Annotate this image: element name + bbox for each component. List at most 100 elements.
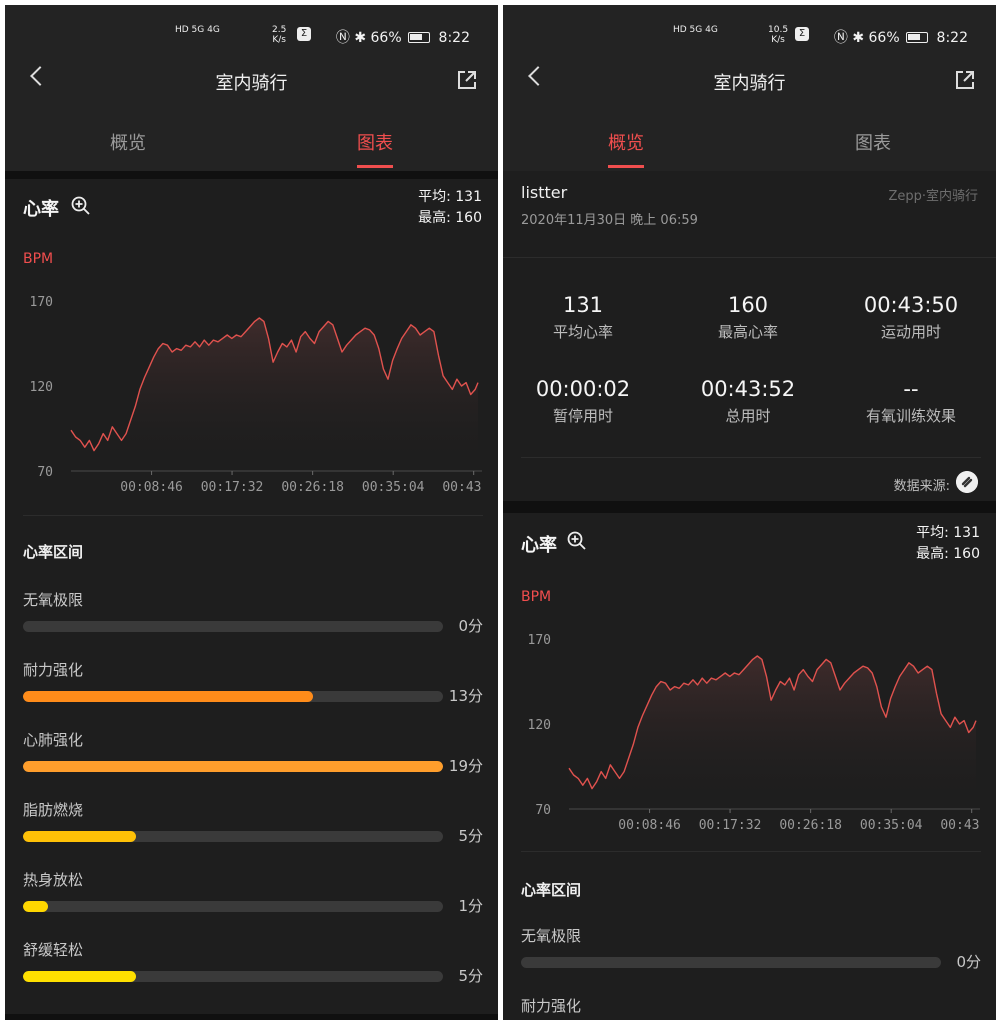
share-icon[interactable] (954, 69, 976, 91)
y-tick-label: 120 (30, 380, 53, 395)
metric-max-hr: 160 最高心率 (668, 293, 828, 342)
workout-date: 2020年11月30日 晚上 06:59 (521, 213, 698, 228)
zones-title: 心率区间 (521, 881, 582, 899)
y-tick-label: 70 (37, 465, 53, 480)
clock: 8:22 (936, 30, 968, 46)
zone-bar-track (23, 831, 443, 842)
divider (23, 515, 483, 516)
zone-row: 舒缓轻松 5分 (23, 939, 483, 999)
zone-row: 心肺强化 19分 (23, 729, 483, 789)
y-tick-label: 170 (528, 633, 551, 648)
battery-percent: 66% (370, 30, 402, 46)
zone-duration: 19分 (448, 757, 483, 775)
heart-rate-area (569, 656, 976, 809)
tab-bar: 概览 图表 (5, 125, 498, 171)
x-tick-label: 00:08:46 (618, 818, 681, 833)
tab-charts[interactable]: 图表 (315, 129, 435, 168)
metric-label: 运动用时 (880, 323, 941, 341)
workout-source: Zepp·室内骑行 (888, 189, 978, 204)
zone-bar-fill (23, 901, 49, 912)
zone-bar-fill (23, 831, 137, 842)
zone-name: 心肺强化 (23, 731, 84, 749)
metric-value: 00:00:02 (535, 377, 631, 401)
zone-duration: 13分 (448, 687, 483, 705)
metric-label: 平均心率 (552, 323, 613, 341)
zone-bar-track (23, 761, 443, 772)
bpm-unit-label: BPM (521, 589, 552, 605)
heart-rate-card: 心率 平均: 131 最高: 160 BPM 170 120 70 00:08:46 0… (5, 179, 498, 1014)
zone-bar-track (521, 957, 941, 968)
zone-duration: 5分 (458, 827, 483, 845)
metric-total-time: 00:43:52 总用时 (668, 377, 828, 426)
heart-rate-chart: 170 120 70 00:08:46 00:17:32 00:26:18 00:35:04… (30, 295, 483, 495)
metric-aerobic-effect: -- 有氧训练效果 (831, 377, 991, 426)
x-tick-label: 00:43:50 (442, 480, 483, 495)
x-tick-label: 00:17:32 (201, 480, 264, 495)
zone-name: 耐力强化 (521, 997, 582, 1015)
status-right: Ⓝ ✱ 66% 8:22 (834, 27, 968, 47)
max-heart-rate: 最高: 160 (916, 546, 980, 562)
metric-label: 暂停用时 (552, 407, 613, 425)
heart-rate-title: 心率 (23, 199, 59, 220)
zone-name: 热身放松 (23, 871, 84, 889)
network-indicator: HD 5G 4G (175, 25, 220, 35)
x-tick-label: 00:35:04 (362, 480, 425, 495)
tab-overview[interactable]: 概览 (566, 129, 686, 168)
metric-moving-time: 00:43:50 运动用时 (831, 293, 991, 342)
metric-label: 有氧训练效果 (865, 407, 956, 425)
avg-heart-rate: 平均: 131 (916, 525, 980, 541)
net-speed-value: 10.5 (768, 25, 789, 35)
zone-bar-track (23, 691, 443, 702)
battery-percent: 66% (868, 30, 900, 46)
metric-pause-time: 00:00:02 暂停用时 (503, 377, 663, 426)
user-info: listter 2020年11月30日 晚上 06:59 Zepp·室内骑行 (503, 171, 996, 257)
zone-bar-fill (23, 691, 313, 702)
zones-title: 心率区间 (23, 543, 84, 561)
zone-row: 耐力强化 (521, 995, 981, 1020)
bluetooth-icon: ✱ (852, 30, 865, 46)
zone-row: 脂肪燃烧 5分 (23, 799, 483, 859)
divider (503, 257, 996, 258)
x-tick-label: 00:08:46 (120, 480, 183, 495)
net-speed-unit: K/s (771, 35, 785, 45)
tab-charts[interactable]: 图表 (813, 129, 933, 155)
x-tick-label: 00:17:32 (699, 818, 762, 833)
heart-rate-area (71, 318, 478, 471)
metric-value: -- (903, 377, 919, 401)
status-right: Ⓝ ✱ 66% 8:22 (336, 27, 470, 47)
heart-rate-title: 心率 (521, 535, 557, 556)
battery-icon (906, 32, 929, 43)
share-icon[interactable] (456, 69, 478, 91)
heart-rate-stats: 平均: 131 最高: 160 (418, 187, 482, 229)
x-tick-label: 00:43:50 (940, 818, 981, 833)
net-speed-value: 2.5 (272, 25, 287, 35)
zone-bar-track (23, 621, 443, 632)
tab-overview[interactable]: 概览 (68, 129, 188, 155)
max-heart-rate: 最高: 160 (418, 210, 482, 226)
nfc-icon: Ⓝ (335, 30, 350, 46)
zone-row: 耐力强化 13分 (23, 659, 483, 719)
status-bar: HD 5G 4G 2.5 K/s Σ Ⓝ ✱ 66% 8:22 (5, 25, 498, 47)
y-tick-label: 170 (30, 295, 53, 310)
zone-bar-track (23, 971, 443, 982)
zone-name: 脂肪燃烧 (23, 801, 84, 819)
sigma-icon: Σ (297, 27, 311, 41)
data-source-label: 数据来源: (893, 479, 950, 494)
page-title: 室内骑行 (215, 73, 288, 94)
zone-name: 无氧极限 (23, 591, 84, 609)
zone-duration: 0分 (458, 617, 483, 635)
y-tick-label: 120 (528, 718, 551, 733)
zone-duration: 5分 (458, 967, 483, 985)
zone-name: 耐力强化 (23, 661, 84, 679)
x-tick-label: 00:26:18 (779, 818, 842, 833)
bluetooth-icon: ✱ (354, 30, 367, 46)
zone-duration: 0分 (956, 953, 981, 971)
zoom-in-icon[interactable] (567, 531, 587, 551)
data-source-icon[interactable] (956, 471, 978, 493)
metric-value: 00:43:50 (863, 293, 959, 317)
divider (521, 457, 981, 458)
status-bar: HD 5G 4G 10.5 K/s Σ Ⓝ ✱ 66% 8:22 (503, 25, 996, 47)
zoom-in-icon[interactable] (71, 196, 91, 216)
clock: 8:22 (438, 30, 470, 46)
metric-label: 最高心率 (717, 323, 778, 341)
